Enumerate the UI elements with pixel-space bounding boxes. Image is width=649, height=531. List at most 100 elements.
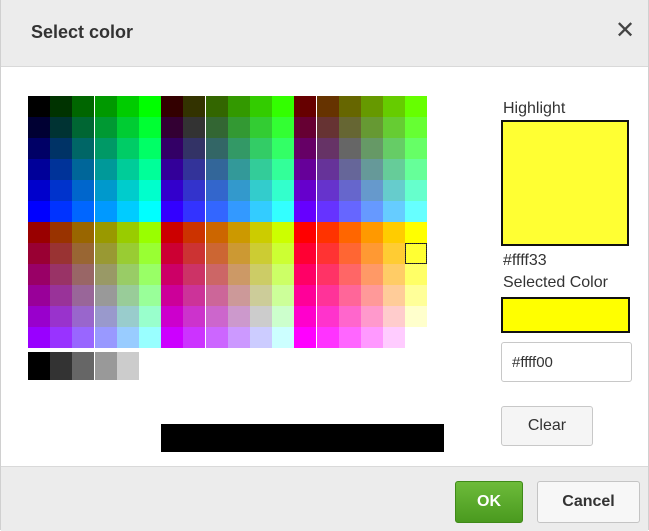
cancel-button[interactable]: Cancel [537,481,640,523]
palette-cell[interactable] [161,243,184,264]
palette-cell[interactable] [227,327,250,348]
palette-cell[interactable] [50,201,73,222]
palette-cell[interactable] [72,327,95,348]
palette-cell[interactable] [383,222,406,243]
palette-cell[interactable] [338,201,361,222]
palette-cell[interactable] [294,180,317,201]
palette-cell[interactable] [272,243,295,264]
palette-cell[interactable] [28,264,50,285]
palette-cell[interactable] [405,180,428,201]
palette-cell[interactable] [28,327,50,348]
palette-cell[interactable] [139,243,161,264]
palette-cell[interactable] [405,96,428,117]
palette-cell[interactable] [205,138,228,159]
palette-cell[interactable] [50,243,73,264]
palette-cell[interactable] [338,117,361,138]
palette-cell[interactable] [116,306,139,327]
palette-cell[interactable] [361,117,383,138]
palette-cell[interactable] [294,117,317,138]
palette-cell[interactable] [294,201,317,222]
palette-cell[interactable] [405,138,428,159]
palette-cell[interactable] [361,285,383,306]
palette-cell[interactable] [250,264,272,285]
palette-cell[interactable] [383,285,406,306]
palette-cell[interactable] [72,264,95,285]
palette-cell[interactable] [294,222,317,243]
palette-cell[interactable] [94,159,117,180]
grayscale-cell[interactable] [50,352,73,380]
palette-cell[interactable] [338,159,361,180]
palette-cell[interactable] [272,138,295,159]
palette-cell[interactable] [28,180,50,201]
palette-cell[interactable] [94,180,117,201]
palette-cell[interactable] [205,243,228,264]
palette-cell[interactable] [139,306,161,327]
palette-cell[interactable] [338,138,361,159]
palette-cell[interactable] [294,159,317,180]
palette-cell[interactable] [139,159,161,180]
palette-cell[interactable] [338,96,361,117]
palette-cell[interactable] [28,159,50,180]
palette-cell[interactable] [316,285,339,306]
palette-cell[interactable] [205,96,228,117]
palette-cell[interactable] [139,138,161,159]
palette-cell[interactable] [139,327,161,348]
palette-cell[interactable] [361,138,383,159]
palette-cell[interactable] [383,201,406,222]
palette-cell[interactable] [116,117,139,138]
palette-cell[interactable] [250,243,272,264]
palette-cell[interactable] [338,264,361,285]
palette-cell[interactable] [227,138,250,159]
palette-cell[interactable] [50,327,73,348]
palette-cell[interactable] [294,285,317,306]
palette-cell[interactable] [161,138,184,159]
palette-cell[interactable] [250,222,272,243]
palette-cell[interactable] [50,180,73,201]
palette-cell[interactable] [250,159,272,180]
palette-cell[interactable] [116,180,139,201]
palette-cell[interactable] [361,264,383,285]
palette-cell[interactable] [383,117,406,138]
palette-cell[interactable] [272,180,295,201]
palette-cell[interactable] [250,180,272,201]
palette-cell[interactable] [227,159,250,180]
palette-cell[interactable] [383,159,406,180]
palette-cell[interactable] [116,264,139,285]
palette-cell[interactable] [183,264,206,285]
palette-cell[interactable] [227,243,250,264]
palette-cell[interactable] [161,159,184,180]
palette-cell[interactable] [227,201,250,222]
palette-cell[interactable] [250,306,272,327]
palette-cell[interactable] [94,117,117,138]
palette-cell[interactable] [139,117,161,138]
palette-cell[interactable] [161,306,184,327]
palette-cell[interactable] [272,201,295,222]
palette-cell[interactable] [227,117,250,138]
palette-cell[interactable] [294,138,317,159]
palette-cell[interactable] [94,306,117,327]
palette-cell[interactable] [94,243,117,264]
palette-cell[interactable] [183,285,206,306]
palette-cell[interactable] [72,285,95,306]
clear-button[interactable]: Clear [501,406,593,446]
palette-cell[interactable] [183,180,206,201]
palette-cell[interactable] [161,264,184,285]
palette-cell[interactable] [316,306,339,327]
palette-cell[interactable] [28,306,50,327]
palette-cell[interactable] [50,159,73,180]
palette-cell[interactable] [294,264,317,285]
palette-cell[interactable] [361,180,383,201]
palette-cell[interactable] [316,117,339,138]
palette-cell[interactable] [72,222,95,243]
palette-cell[interactable] [361,306,383,327]
palette-cell[interactable] [94,264,117,285]
palette-cell[interactable] [227,96,250,117]
palette-cell[interactable] [72,159,95,180]
palette-cell[interactable] [405,327,428,348]
palette-cell[interactable] [405,222,428,243]
palette-cell[interactable] [72,138,95,159]
palette-cell[interactable] [50,222,73,243]
palette-cell[interactable] [28,222,50,243]
grayscale-cell[interactable] [116,352,139,380]
palette-cell[interactable] [72,201,95,222]
